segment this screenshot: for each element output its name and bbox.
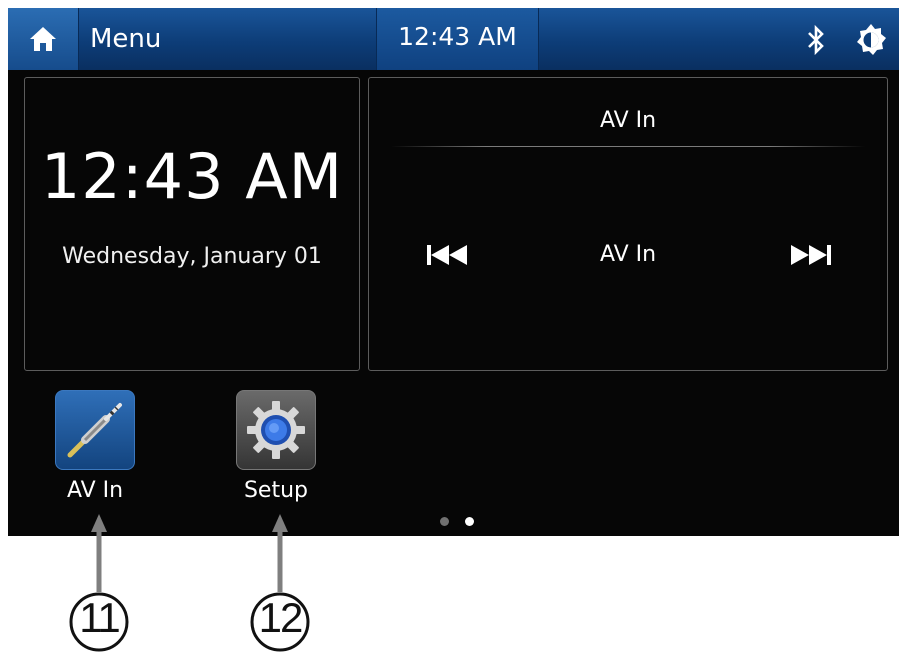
callout-arrows	[69, 514, 310, 652]
callout-number: 11	[79, 594, 121, 641]
callout-number: 12	[258, 594, 304, 641]
callout-arrowhead	[91, 514, 107, 532]
callout-arrowhead	[272, 514, 288, 532]
